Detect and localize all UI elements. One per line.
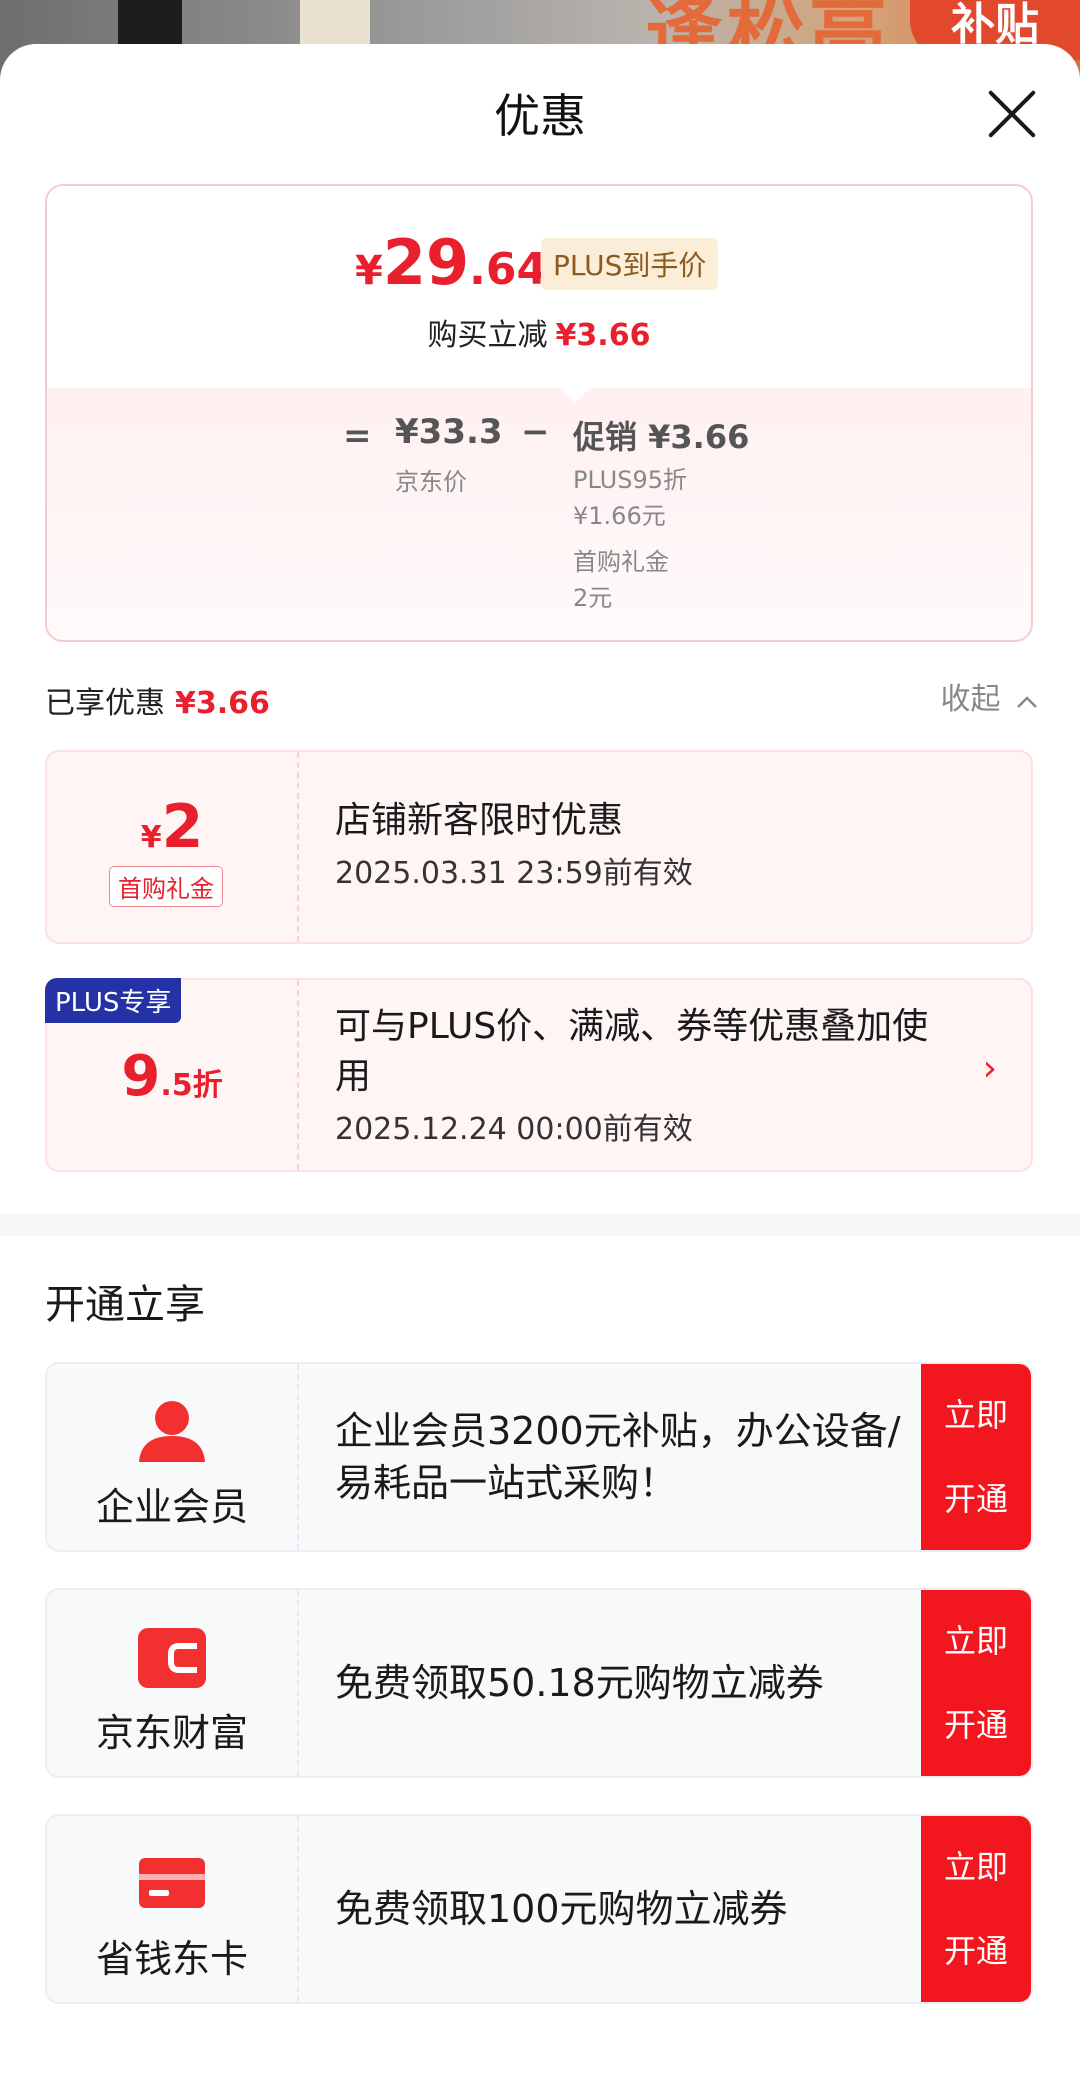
- final-price: ¥29.64: [355, 226, 548, 299]
- collapse-button[interactable]: 收起: [940, 674, 1038, 718]
- promo-total: 促销 ¥3.66: [573, 418, 750, 456]
- member-desc: 免费领取100元购物立减券: [335, 1887, 788, 1931]
- open-now-button[interactable]: 立即 开通: [921, 1364, 1031, 1550]
- coupon-amount: ¥2: [140, 792, 204, 862]
- plus-price-badge: PLUS到手价: [541, 238, 719, 290]
- chevron-right-icon[interactable]: ›: [983, 1048, 997, 1089]
- sheet-title: 优惠: [494, 89, 586, 143]
- jd-price: ¥33.3: [395, 412, 503, 452]
- member-desc: 企业会员3200元补贴，办公设备/易耗品一站式采购！: [335, 1409, 901, 1505]
- wallet-icon: [138, 1628, 206, 1688]
- promo-line: 首购礼金: [573, 548, 669, 576]
- coupon-validity: 2025.03.31 23:59前有效: [335, 856, 693, 891]
- enjoyed-discount: 已享优惠 ¥3.66: [45, 686, 270, 721]
- coupon-validity: 2025.12.24 00:00前有效: [335, 1112, 693, 1147]
- plus-exclusive-tag: PLUS专享: [45, 978, 182, 1023]
- coupon-title: 店铺新客限时优惠: [335, 800, 624, 841]
- section-title: 开通立享: [45, 1282, 205, 1328]
- member-desc: 免费领取50.18元购物立减券: [335, 1661, 824, 1705]
- member-name: 京东财富: [95, 1711, 248, 1755]
- promo-line: PLUS95折: [573, 466, 687, 494]
- promo-line: ¥1.66元: [573, 502, 666, 530]
- open-now-button[interactable]: 立即 开通: [921, 1816, 1031, 2002]
- equals-sign: =: [343, 416, 372, 456]
- member-saving-card: 省钱东卡 免费领取100元购物立减券 立即 开通: [45, 1814, 1033, 2004]
- promo-line: 2元: [573, 584, 613, 612]
- close-icon[interactable]: [986, 88, 1038, 140]
- discount-rate: 9.5折: [121, 1044, 223, 1109]
- minus-sign: −: [521, 412, 550, 452]
- coupon-plus-discount[interactable]: PLUS专享 9.5折 可与PLUS价、满减、券等优惠叠加使用 2025.12.…: [45, 978, 1033, 1172]
- card-icon: [139, 1858, 205, 1908]
- coupon-first-purchase: ¥2 首购礼金 店铺新客限时优惠 2025.03.31 23:59前有效: [45, 750, 1033, 944]
- chevron-up-icon: [1017, 696, 1037, 708]
- purchase-reduction: 购买立减 ¥3.66: [427, 318, 651, 353]
- price-breakdown-card: ¥29.64 PLUS到手价 购买立减 ¥3.66 = ¥33.3 京东价 − 促…: [45, 184, 1033, 642]
- open-now-button[interactable]: 立即 开通: [921, 1590, 1031, 1776]
- member-name: 企业会员: [95, 1485, 248, 1529]
- coupon-title: 可与PLUS价、满减、券等优惠叠加使用: [335, 1006, 929, 1097]
- person-icon: [139, 1401, 205, 1462]
- member-jd-finance: 京东财富 免费领取50.18元购物立减券 立即 开通: [45, 1588, 1033, 1778]
- member-name: 省钱东卡: [95, 1937, 248, 1981]
- discount-sheet: 优惠 ¥29.64 PLUS到手价 购买立减 ¥3.66 = ¥33.3 京东价 …: [0, 44, 1080, 2085]
- jd-price-label: 京东价: [395, 468, 467, 496]
- member-enterprise: 企业会员 企业会员3200元补贴，办公设备/易耗品一站式采购！ 立即 开通: [45, 1362, 1033, 1552]
- section-divider: [0, 1214, 1080, 1236]
- coupon-tag: 首购礼金: [109, 866, 223, 907]
